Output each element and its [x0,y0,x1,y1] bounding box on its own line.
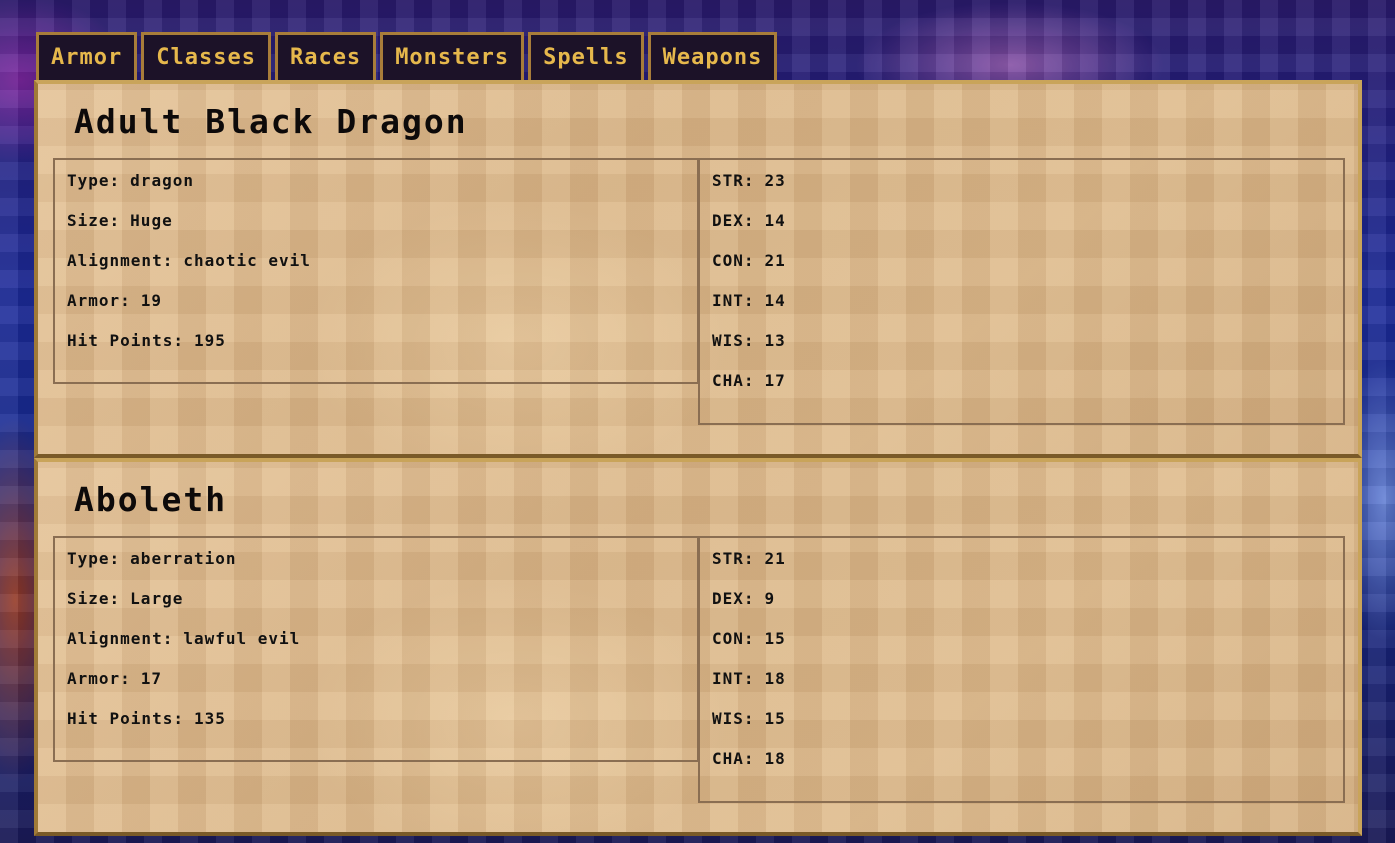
stat-wis: WIS: 15 [712,709,786,728]
stat-dex: DEX: 14 [712,211,786,230]
info-armor: Armor: 17 [67,669,163,688]
stat-str: STR: 21 [712,549,786,568]
monster-card: Aboleth Type: aberration Size: Large Align… [34,458,1362,836]
tab-monsters[interactable]: Monsters [380,32,525,80]
info-size: Size: Huge [67,211,173,230]
info-alignment: Alignment: chaotic evil [67,251,311,270]
monster-list: Adult Black Dragon Type: dragon Size: Huge… [34,80,1362,836]
info-alignment: Alignment: lawful evil [67,629,301,648]
info-type: Type: dragon [67,171,194,190]
monster-name: Adult Black Dragon [74,102,468,141]
tab-spells[interactable]: Spells [528,32,644,80]
monster-stats-panel: STR: 21 DEX: 9 CON: 15 INT: 18 WIS: 15 CHA: 18 [698,536,1345,803]
monster-info-panel: Type: dragon Size: Huge Alignment: chaotic … [53,158,699,384]
stat-con: CON: 21 [712,251,786,270]
info-hit-points: Hit Points: 135 [67,709,226,728]
tab-weapons[interactable]: Weapons [647,32,778,80]
category-tabs: Armor Classes Races Monsters Spells Weap… [36,32,778,80]
stat-cha: CHA: 18 [712,749,786,768]
info-hit-points: Hit Points: 195 [67,331,226,350]
monster-name: Aboleth [74,480,228,519]
tab-races[interactable]: Races [274,32,377,80]
monster-stats-panel: STR: 23 DEX: 14 CON: 21 INT: 14 WIS: 13 CHA: 1… [698,158,1345,425]
info-type: Type: aberration [67,549,237,568]
stat-dex: DEX: 9 [712,589,776,608]
stat-con: CON: 15 [712,629,786,648]
info-armor: Armor: 19 [67,291,163,310]
tab-classes[interactable]: Classes [141,32,271,80]
stat-cha: CHA: 17 [712,371,786,390]
stat-int: INT: 18 [712,669,786,688]
monster-card: Adult Black Dragon Type: dragon Size: Huge… [34,80,1362,458]
info-size: Size: Large [67,589,184,608]
stat-int: INT: 14 [712,291,786,310]
tab-armor[interactable]: Armor [36,32,138,80]
monster-info-panel: Type: aberration Size: Large Alignment: law… [53,536,699,762]
stat-wis: WIS: 13 [712,331,786,350]
stat-str: STR: 23 [712,171,786,190]
